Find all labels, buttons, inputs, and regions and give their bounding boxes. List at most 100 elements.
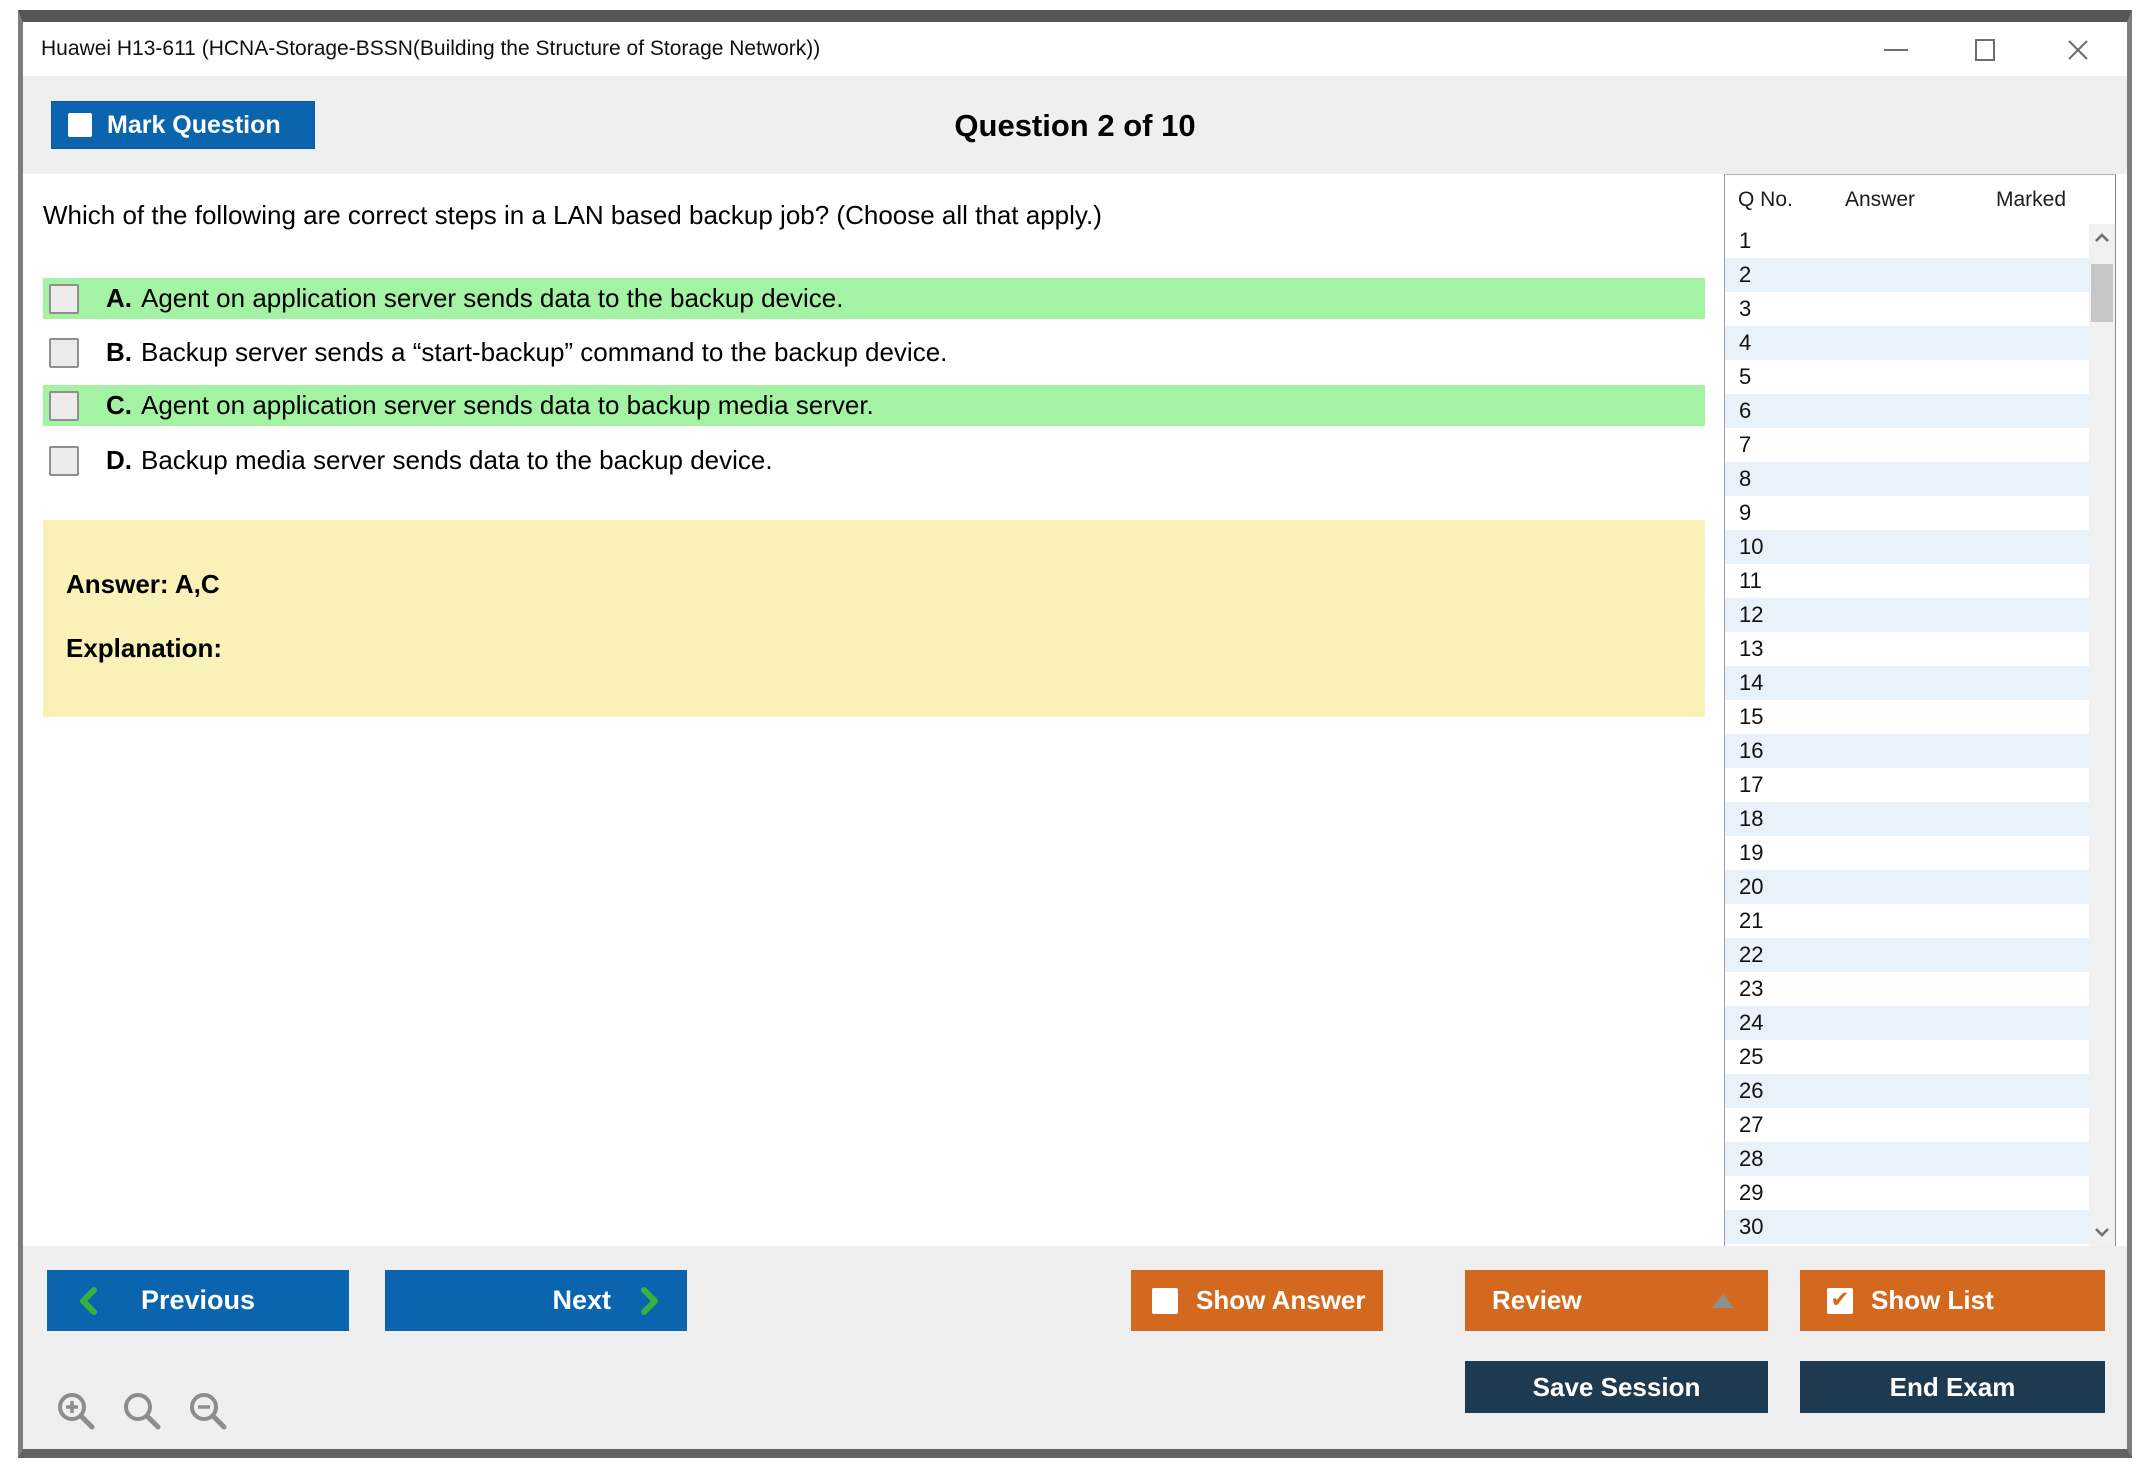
question-list-row[interactable]: 5 bbox=[1725, 360, 2089, 394]
next-button[interactable]: Next bbox=[385, 1270, 687, 1331]
zoom-out-button[interactable] bbox=[185, 1388, 231, 1434]
next-label: Next bbox=[552, 1285, 611, 1315]
option-b-text: B. Backup server sends a “start-backup” c… bbox=[106, 337, 948, 367]
question-list-row[interactable]: 14 bbox=[1725, 666, 2089, 700]
question-text: Which of the following are correct steps… bbox=[43, 200, 1102, 230]
option-c-letter: C. bbox=[106, 390, 132, 420]
close-button[interactable] bbox=[2054, 30, 2102, 70]
end-exam-button[interactable]: End Exam bbox=[1800, 1361, 2105, 1413]
option-b-letter: B. bbox=[106, 337, 132, 367]
chevron-down-icon bbox=[2095, 1228, 2109, 1237]
question-list-row[interactable]: 11 bbox=[1725, 564, 2089, 598]
save-session-button[interactable]: Save Session bbox=[1465, 1361, 1768, 1413]
maximize-icon bbox=[1975, 39, 1995, 61]
question-list-row[interactable]: 26 bbox=[1725, 1074, 2089, 1108]
show-answer-label: Show Answer bbox=[1196, 1285, 1366, 1315]
question-list-row[interactable]: 4 bbox=[1725, 326, 2089, 360]
question-list-row[interactable]: 23 bbox=[1725, 972, 2089, 1006]
question-list-header: Q No. Answer Marked bbox=[1725, 175, 2115, 225]
chevron-right-icon bbox=[639, 1286, 661, 1316]
save-session-label: Save Session bbox=[1532, 1371, 1701, 1402]
question-list-row[interactable]: 8 bbox=[1725, 462, 2089, 496]
chevron-left-icon bbox=[77, 1286, 99, 1316]
zoom-out-icon bbox=[190, 1393, 227, 1430]
end-exam-label: End Exam bbox=[1889, 1371, 2016, 1402]
question-list-row[interactable]: 12 bbox=[1725, 598, 2089, 632]
answer-panel: Answer: A,C Explanation: bbox=[43, 520, 1705, 717]
option-row-b[interactable]: B. Backup server sends a “start-backup” c… bbox=[43, 332, 1705, 373]
option-b-checkbox[interactable] bbox=[49, 337, 79, 368]
header-band: Mark Question Question 2 of 10 bbox=[23, 76, 2127, 174]
show-list-button[interactable]: ✔ Show List bbox=[1800, 1270, 2105, 1331]
show-list-checkbox[interactable]: ✔ bbox=[1827, 1287, 1853, 1314]
column-qno: Q No. bbox=[1738, 188, 1793, 211]
zoom-reset-icon bbox=[124, 1393, 161, 1430]
question-list-row[interactable]: 9 bbox=[1725, 496, 2089, 530]
question-list-row[interactable]: 15 bbox=[1725, 700, 2089, 734]
show-answer-button[interactable]: Show Answer bbox=[1131, 1270, 1383, 1331]
question-list-row[interactable]: 1 bbox=[1725, 224, 2089, 258]
question-list-row[interactable]: 17 bbox=[1725, 768, 2089, 802]
column-marked: Marked bbox=[1995, 188, 2067, 211]
question-list-row[interactable]: 3 bbox=[1725, 292, 2089, 326]
window-title: Huawei H13-611 (HCNA-Storage-BSSN(Buildi… bbox=[41, 37, 821, 60]
explanation-label: Explanation: bbox=[66, 633, 223, 663]
question-list-row[interactable]: 28 bbox=[1725, 1142, 2089, 1176]
option-row-a[interactable]: A. Agent on application server sends data… bbox=[43, 278, 1705, 319]
option-d-letter: D. bbox=[106, 445, 132, 475]
option-a-text: A. Agent on application server sends data… bbox=[106, 283, 844, 313]
show-list-label: Show List bbox=[1871, 1285, 1994, 1315]
answer-text: Answer: A,C bbox=[66, 569, 220, 599]
question-list-rows: 1 2 3 4 5 6 7 8 9 10 11 12 13 14 15 16 17 18 19 20 21 22 23 24 2… bbox=[1725, 224, 2089, 1246]
option-c-text: C. Agent on application server sends data… bbox=[106, 390, 874, 420]
column-answer: Answer bbox=[1844, 188, 1916, 211]
title-bar: Huawei H13-611 (HCNA-Storage-BSSN(Buildi… bbox=[23, 22, 2127, 76]
option-c-checkbox[interactable] bbox=[49, 390, 79, 421]
review-label: Review bbox=[1492, 1285, 1582, 1315]
question-list-row[interactable]: 16 bbox=[1725, 734, 2089, 768]
close-icon bbox=[2068, 40, 2088, 60]
minimize-icon bbox=[1884, 49, 1908, 51]
zoom-in-button[interactable] bbox=[53, 1388, 99, 1434]
question-list-row[interactable]: 13 bbox=[1725, 632, 2089, 666]
question-list-row[interactable]: 20 bbox=[1725, 870, 2089, 904]
option-row-c[interactable]: C. Agent on application server sends data… bbox=[43, 385, 1705, 426]
question-list-row[interactable]: 29 bbox=[1725, 1176, 2089, 1210]
question-list-row[interactable]: 7 bbox=[1725, 428, 2089, 462]
caret-up-icon bbox=[1712, 1293, 1734, 1308]
question-list-scrollbar[interactable] bbox=[2089, 224, 2115, 1246]
option-row-d[interactable]: D. Backup media server sends data to the … bbox=[43, 440, 1705, 481]
maximize-button[interactable] bbox=[1961, 30, 2009, 70]
question-list-row[interactable]: 6 bbox=[1725, 394, 2089, 428]
check-icon: ✔ bbox=[1830, 1287, 1850, 1313]
previous-label: Previous bbox=[140, 1285, 256, 1315]
question-list-row[interactable]: 24 bbox=[1725, 1006, 2089, 1040]
exam-window: Huawei H13-611 (HCNA-Storage-BSSN(Buildi… bbox=[18, 10, 2132, 1458]
question-counter: Question 2 of 10 bbox=[954, 108, 1196, 143]
option-d-checkbox[interactable] bbox=[49, 445, 79, 476]
question-list-row[interactable]: 27 bbox=[1725, 1108, 2089, 1142]
option-a-checkbox[interactable] bbox=[49, 283, 79, 314]
minimize-button[interactable] bbox=[1872, 30, 1920, 70]
question-list-row[interactable]: 19 bbox=[1725, 836, 2089, 870]
scroll-down-button[interactable] bbox=[2089, 1218, 2115, 1246]
review-button[interactable]: Review bbox=[1465, 1270, 1768, 1331]
zoom-reset-button[interactable] bbox=[119, 1388, 165, 1434]
option-d-text: D. Backup media server sends data to the … bbox=[106, 445, 773, 475]
question-list-row[interactable]: 18 bbox=[1725, 802, 2089, 836]
previous-button[interactable]: Previous bbox=[47, 1270, 349, 1331]
question-list-row[interactable]: 30 bbox=[1725, 1210, 2089, 1244]
chevron-up-icon bbox=[2095, 233, 2109, 242]
scroll-thumb[interactable] bbox=[2091, 264, 2113, 322]
question-list: Q No. Answer Marked 1 2 3 4 5 6 7 8 9 10 11 12 13 14 1… bbox=[1724, 174, 2116, 1246]
zoom-tools bbox=[53, 1388, 231, 1434]
scroll-up-button[interactable] bbox=[2089, 224, 2115, 252]
question-list-row[interactable]: 25 bbox=[1725, 1040, 2089, 1074]
question-list-row[interactable]: 2 bbox=[1725, 258, 2089, 292]
show-answer-checkbox[interactable] bbox=[1152, 1287, 1178, 1314]
question-list-row[interactable]: 22 bbox=[1725, 938, 2089, 972]
zoom-in-icon bbox=[58, 1393, 95, 1430]
option-a-letter: A. bbox=[106, 283, 132, 313]
question-list-row[interactable]: 10 bbox=[1725, 530, 2089, 564]
question-list-row[interactable]: 21 bbox=[1725, 904, 2089, 938]
